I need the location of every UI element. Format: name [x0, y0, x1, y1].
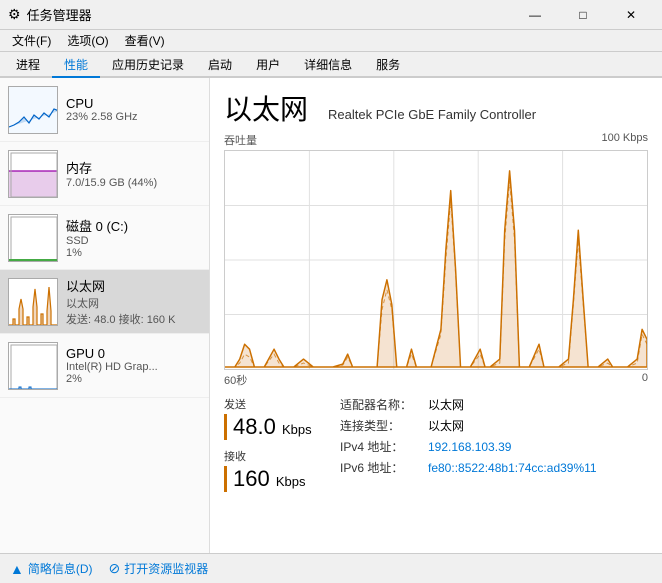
- adapter-name-val: 以太网: [428, 396, 464, 413]
- adapter-name-row: 适配器名称： 以太网: [340, 396, 648, 413]
- close-button[interactable]: ✕: [608, 4, 654, 26]
- gpu-info: GPU 0 Intel(R) HD Grap... 2%: [66, 346, 201, 385]
- maximize-button[interactable]: □: [560, 4, 606, 26]
- ipv6-key: IPv6 地址：: [340, 459, 420, 476]
- content-area: CPU 23% 2.58 GHz 内存 7.0/15.9 GB (44%): [0, 78, 662, 553]
- memory-mini-chart: [8, 150, 58, 198]
- cpu-label: CPU: [66, 96, 201, 111]
- title-bar-left: ⚙ 任务管理器: [8, 5, 92, 24]
- tab-app-history[interactable]: 应用历史记录: [100, 52, 196, 78]
- sidebar-item-cpu[interactable]: CPU 23% 2.58 GHz: [0, 78, 209, 142]
- disk-mini-chart: [8, 214, 58, 262]
- cpu-detail: 23% 2.58 GHz: [66, 111, 201, 123]
- gpu-label: GPU 0: [66, 346, 201, 361]
- stats-column: 发送 48.0 Kbps 接收 160 Kbps: [224, 396, 324, 492]
- ipv4-val: 192.168.103.39: [428, 440, 511, 454]
- ipv4-row: IPv4 地址： 192.168.103.39: [340, 438, 648, 455]
- memory-label: 内存: [66, 158, 201, 177]
- send-stat: 发送 48.0 Kbps: [224, 396, 324, 440]
- cpu-mini-chart: [8, 86, 58, 134]
- sidebar-item-gpu[interactable]: GPU 0 Intel(R) HD Grap... 2%: [0, 334, 209, 398]
- ipv6-val: fe80::8522:48b1:74cc:ad39%11: [428, 461, 597, 475]
- ipv6-row: IPv6 地址： fe80::8522:48b1:74cc:ad39%11: [340, 459, 648, 476]
- sidebar-item-memory[interactable]: 内存 7.0/15.9 GB (44%): [0, 142, 209, 206]
- collapse-link[interactable]: ▲ 简略信息(D): [10, 560, 93, 577]
- adapter-name-key: 适配器名称：: [340, 396, 420, 413]
- sidebar-item-disk[interactable]: 磁盘 0 (C:) SSD 1%: [0, 206, 209, 270]
- ethernet-detail2: 发送: 48.0 接收: 160 K: [66, 311, 201, 327]
- chart-time-row: 60秒 0: [224, 372, 648, 388]
- tab-process[interactable]: 进程: [4, 52, 52, 78]
- ethernet-info: 以太网 以太网 发送: 48.0 接收: 160 K: [66, 276, 201, 327]
- gpu-mini-chart: [8, 342, 58, 390]
- tab-details[interactable]: 详细信息: [292, 52, 364, 78]
- disk-detail1: SSD: [66, 235, 201, 247]
- app-icon: ⚙: [8, 6, 21, 23]
- sidebar: CPU 23% 2.58 GHz 内存 7.0/15.9 GB (44%): [0, 78, 210, 553]
- minimize-button[interactable]: —: [512, 4, 558, 26]
- window-title: 任务管理器: [27, 5, 92, 24]
- title-controls: — □ ✕: [512, 4, 654, 26]
- send-value: 48.0 Kbps: [224, 414, 324, 440]
- recv-label: 接收: [224, 448, 324, 464]
- monitor-link[interactable]: ⊘ 打开资源监视器: [109, 560, 209, 577]
- tab-performance[interactable]: 性能: [52, 52, 100, 78]
- gpu-detail1: Intel(R) HD Grap...: [66, 361, 201, 373]
- gpu-detail2: 2%: [66, 373, 201, 385]
- ethernet-detail1: 以太网: [66, 295, 201, 311]
- tab-users[interactable]: 用户: [244, 52, 292, 78]
- ipv4-key: IPv4 地址：: [340, 438, 420, 455]
- disk-info: 磁盘 0 (C:) SSD 1%: [66, 216, 201, 259]
- ethernet-label: 以太网: [66, 276, 201, 295]
- recv-stat: 接收 160 Kbps: [224, 448, 324, 492]
- menu-bar: 文件(F) 选项(O) 查看(V): [0, 30, 662, 52]
- chart-label-right: 100 Kbps: [602, 132, 648, 148]
- monitor-label: 打开资源监视器: [124, 560, 208, 577]
- main-panel: 以太网 Realtek PCIe GbE Family Controller 吞…: [210, 78, 662, 553]
- memory-detail: 7.0/15.9 GB (44%): [66, 177, 201, 189]
- disk-detail2: 1%: [66, 247, 201, 259]
- menu-options[interactable]: 选项(O): [59, 30, 116, 51]
- recv-value: 160 Kbps: [224, 466, 324, 492]
- stats-info-row: 发送 48.0 Kbps 接收 160 Kbps 适配器名称：: [224, 396, 648, 492]
- tabs-bar: 进程 性能 应用历史记录 启动 用户 详细信息 服务: [0, 52, 662, 78]
- main-title: 以太网: [224, 88, 308, 128]
- menu-file[interactable]: 文件(F): [4, 30, 59, 51]
- cpu-info: CPU 23% 2.58 GHz: [66, 96, 201, 123]
- memory-info: 内存 7.0/15.9 GB (44%): [66, 158, 201, 189]
- collapse-icon: ▲: [10, 561, 24, 577]
- tab-services[interactable]: 服务: [364, 52, 412, 78]
- main-subtitle: Realtek PCIe GbE Family Controller: [328, 107, 536, 122]
- chart-label-left: 吞吐量: [224, 132, 257, 148]
- conn-type-key: 连接类型：: [340, 417, 420, 434]
- info-table: 适配器名称： 以太网 连接类型： 以太网 IPv4 地址： 192.168.10…: [340, 396, 648, 492]
- menu-view[interactable]: 查看(V): [117, 30, 173, 51]
- network-chart: [224, 150, 648, 370]
- monitor-icon: ⊘: [109, 560, 121, 577]
- chart-label-row: 吞吐量 100 Kbps: [224, 132, 648, 148]
- conn-type-val: 以太网: [428, 417, 464, 434]
- collapse-label: 简略信息(D): [28, 560, 93, 577]
- send-label: 发送: [224, 396, 324, 412]
- disk-label: 磁盘 0 (C:): [66, 216, 201, 235]
- tab-startup[interactable]: 启动: [196, 52, 244, 78]
- ethernet-mini-chart: [8, 278, 58, 326]
- chart-time-right: 0: [642, 372, 648, 388]
- bottom-bar: ▲ 简略信息(D) ⊘ 打开资源监视器: [0, 553, 662, 583]
- conn-type-row: 连接类型： 以太网: [340, 417, 648, 434]
- chart-time-left: 60秒: [224, 372, 247, 388]
- sidebar-item-ethernet[interactable]: 以太网 以太网 发送: 48.0 接收: 160 K: [0, 270, 209, 334]
- title-bar: ⚙ 任务管理器 — □ ✕: [0, 0, 662, 30]
- main-header: 以太网 Realtek PCIe GbE Family Controller: [224, 88, 648, 128]
